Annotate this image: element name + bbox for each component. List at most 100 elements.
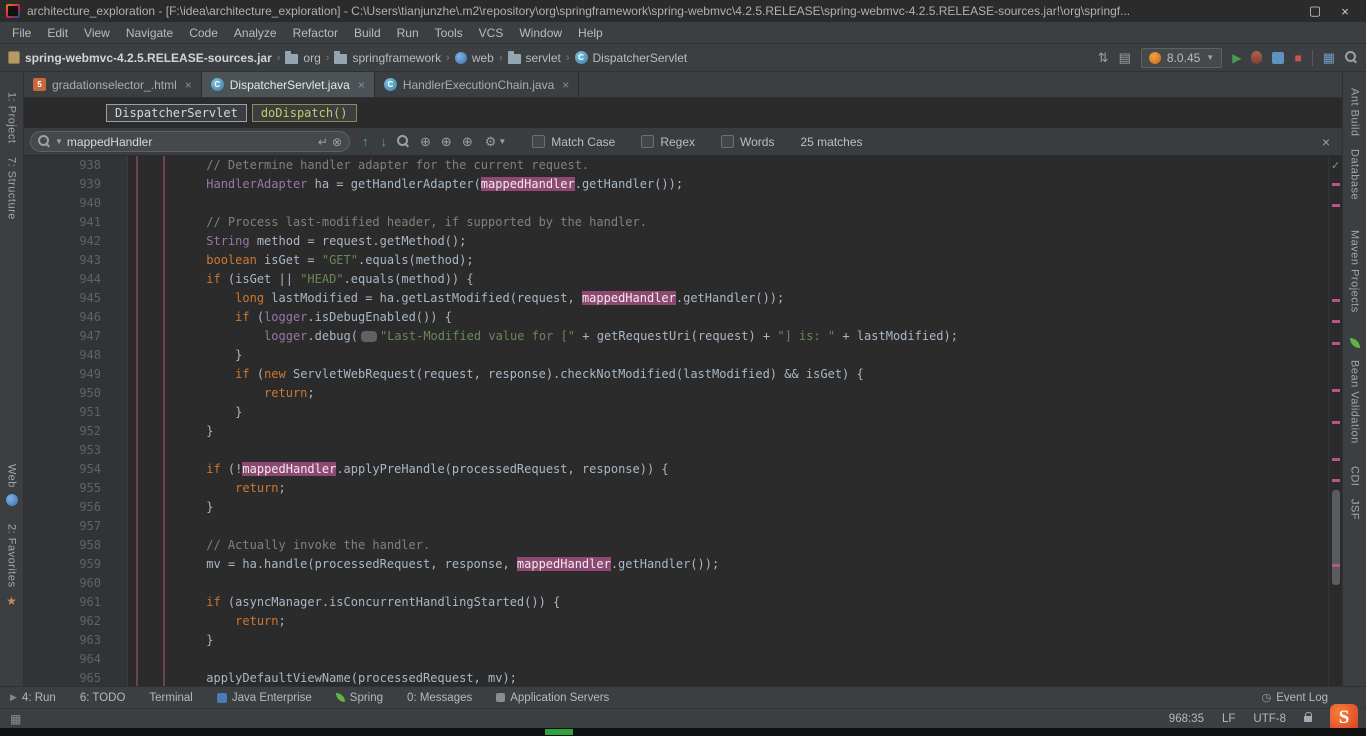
tool-button-cdi[interactable]: CDI: [1349, 466, 1361, 486]
words-checkbox[interactable]: Words: [721, 135, 774, 149]
tool-button-web[interactable]: Web: [6, 464, 18, 488]
close-tab-icon[interactable]: ×: [562, 78, 569, 92]
code-line: [128, 517, 1328, 536]
menu-analyze[interactable]: Analyze: [226, 24, 285, 42]
editor-tab-gradationselector-html[interactable]: 5gradationselector_.html×: [24, 72, 202, 97]
search-match-mark[interactable]: [1332, 299, 1340, 302]
maximize-button[interactable]: ▢: [1300, 3, 1330, 19]
close-find-icon[interactable]: ×: [1316, 134, 1336, 150]
search-settings-icon[interactable]: ⚙▼: [485, 134, 507, 150]
breadcrumb-chip-dispatcherservlet[interactable]: DispatcherServlet: [106, 104, 247, 122]
line-ending-widget[interactable]: LF: [1222, 713, 1235, 725]
search-everywhere-icon[interactable]: [1345, 51, 1358, 64]
editor-tab-handlerexecutionchain-java[interactable]: CHandlerExecutionChain.java×: [375, 72, 579, 97]
code-token: if: [206, 595, 220, 609]
debug-button[interactable]: [1251, 51, 1262, 64]
scrollbar-thumb[interactable]: [1332, 490, 1340, 585]
close-tab-icon[interactable]: ×: [358, 78, 365, 92]
tool-button-ant-build[interactable]: Ant Build: [1349, 88, 1361, 137]
search-match-mark[interactable]: [1332, 320, 1340, 323]
tool-window-button-java-enterprise[interactable]: Java Enterprise: [217, 692, 312, 704]
search-field[interactable]: ▼ ↵ ⊗: [30, 131, 350, 152]
menu-run[interactable]: Run: [389, 24, 427, 42]
match-case-checkbox[interactable]: Match Case: [532, 135, 615, 149]
search-match-mark[interactable]: [1332, 479, 1340, 482]
tool-window-button-application-servers[interactable]: Application Servers: [496, 692, 609, 704]
next-occurrence-button[interactable]: ↓: [381, 134, 388, 149]
breadcrumb-separator: ›: [499, 52, 503, 64]
tool-button-jsf[interactable]: JSF: [1349, 499, 1361, 520]
search-icon: [38, 135, 51, 148]
menu-edit[interactable]: Edit: [39, 24, 76, 42]
tool-window-switcher-icon[interactable]: ▦: [10, 712, 21, 726]
menu-view[interactable]: View: [76, 24, 118, 42]
tool-window-button-6-todo[interactable]: 6: TODO: [80, 692, 126, 704]
menu-help[interactable]: Help: [570, 24, 611, 42]
stop-button[interactable]: ■: [1294, 51, 1301, 65]
toolbar-extra-icon-1[interactable]: ⇅: [1098, 50, 1109, 66]
caret-position-widget[interactable]: 968:35: [1169, 713, 1204, 725]
search-match-mark[interactable]: [1332, 183, 1340, 186]
menu-file[interactable]: File: [4, 24, 39, 42]
search-match-mark[interactable]: [1332, 204, 1340, 207]
code-token: [134, 386, 264, 400]
tool-window-button-spring[interactable]: Spring: [336, 692, 383, 704]
tool-window-button-4-run[interactable]: ▶4: Run: [10, 692, 56, 704]
add-selection-icon[interactable]: ⊕: [420, 134, 431, 150]
menu-vcs[interactable]: VCS: [471, 24, 512, 42]
tool-windows-icon[interactable]: ▦: [1323, 50, 1335, 66]
coverage-button[interactable]: [1272, 52, 1284, 64]
clear-search-icon[interactable]: ⊗: [332, 135, 342, 149]
toolbar-extra-icon-2[interactable]: ▤: [1119, 50, 1131, 66]
unselect-occurrence-icon[interactable]: ⊕: [462, 134, 473, 150]
breadcrumb-item-web[interactable]: web: [455, 51, 494, 65]
read-only-lock-icon[interactable]: [1304, 716, 1312, 722]
menu-tools[interactable]: Tools: [427, 24, 471, 42]
tool-button-1-project[interactable]: 1: Project: [6, 92, 18, 143]
encoding-widget[interactable]: UTF-8: [1253, 713, 1286, 725]
error-stripe[interactable]: ✓: [1328, 156, 1342, 686]
code-area[interactable]: // Determine handler adapter for the cur…: [128, 156, 1328, 686]
run-configuration-selector[interactable]: 8.0.45 ▼: [1141, 48, 1222, 68]
previous-occurrence-button[interactable]: ↑: [362, 134, 369, 149]
search-match-mark[interactable]: [1332, 458, 1340, 461]
search-history-chevron-icon[interactable]: ▼: [55, 137, 63, 146]
run-button[interactable]: ▶: [1232, 51, 1241, 65]
tool-button-bean-validation[interactable]: Bean Validation: [1349, 360, 1361, 444]
breadcrumb-chip-dodispatch[interactable]: doDispatch(): [252, 104, 357, 122]
gutter[interactable]: 9389399409419429439449459469479489499509…: [24, 156, 128, 686]
close-tab-icon[interactable]: ×: [185, 78, 192, 92]
breadcrumb-item-spring-webmvc-4-2-5-release-sources-jar[interactable]: spring-webmvc-4.2.5.RELEASE-sources.jar: [8, 51, 272, 65]
search-input[interactable]: [67, 135, 314, 149]
tool-window-button-0-messages[interactable]: 0: Messages: [407, 692, 472, 704]
window-title: architecture_exploration - [F:\idea\arch…: [27, 4, 1300, 18]
select-all-occurrences-icon[interactable]: ⊕: [441, 134, 452, 150]
breadcrumb-item-org[interactable]: org: [285, 51, 320, 65]
menu-build[interactable]: Build: [346, 24, 389, 42]
tool-button-database[interactable]: Database: [1349, 149, 1361, 200]
regex-checkbox[interactable]: Regex: [641, 135, 695, 149]
event-log-button[interactable]: ◷ Event Log: [1262, 691, 1356, 704]
tab-label: gradationselector_.html: [52, 78, 177, 92]
inspections-ok-icon[interactable]: ✓: [1331, 159, 1340, 172]
search-match-mark[interactable]: [1332, 564, 1340, 567]
tool-button-2-favorites[interactable]: 2: Favorites: [6, 524, 18, 587]
menu-navigate[interactable]: Navigate: [118, 24, 181, 42]
tool-button-maven-projects[interactable]: Maven Projects: [1349, 230, 1361, 313]
menu-window[interactable]: Window: [511, 24, 570, 42]
close-button[interactable]: ×: [1330, 4, 1360, 19]
menu-code[interactable]: Code: [181, 24, 226, 42]
breadcrumb-item-dispatcherservlet[interactable]: CDispatcherServlet: [575, 51, 688, 65]
search-match-mark[interactable]: [1332, 389, 1340, 392]
editor-tab-dispatcherservlet-java[interactable]: CDispatcherServlet.java×: [202, 72, 375, 97]
code-line: [128, 194, 1328, 213]
find-all-icon[interactable]: [397, 135, 410, 148]
tool-button-7-structure[interactable]: 7: Structure: [6, 157, 18, 220]
breadcrumb-item-springframework[interactable]: springframework: [334, 51, 441, 65]
menu-refactor[interactable]: Refactor: [285, 24, 346, 42]
newline-icon[interactable]: ↵: [318, 135, 328, 149]
search-match-mark[interactable]: [1332, 421, 1340, 424]
tool-window-button-terminal[interactable]: Terminal: [149, 692, 192, 704]
breadcrumb-item-servlet[interactable]: servlet: [508, 51, 561, 65]
search-match-mark[interactable]: [1332, 342, 1340, 345]
